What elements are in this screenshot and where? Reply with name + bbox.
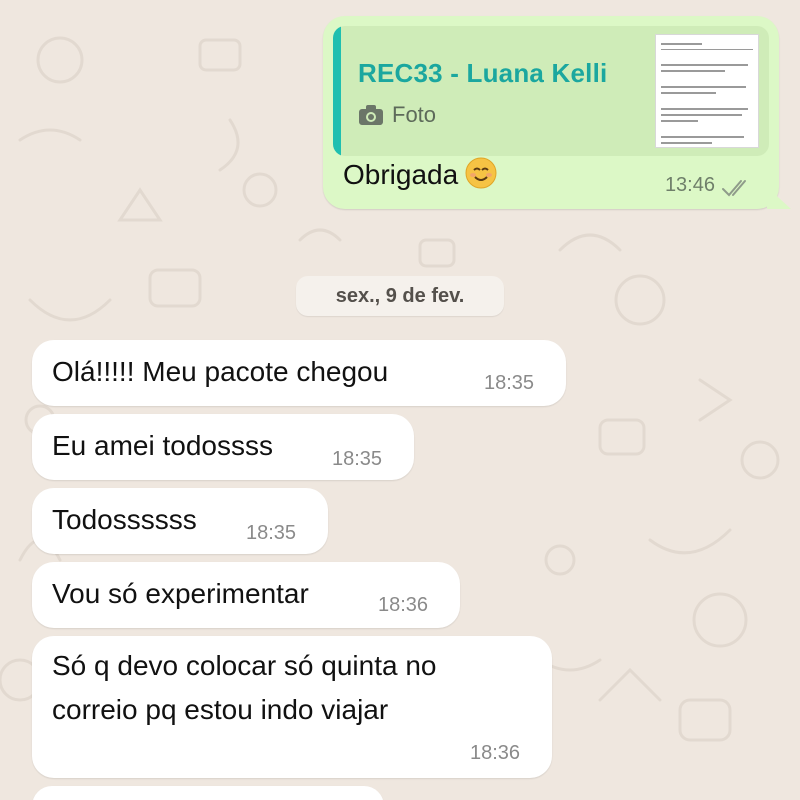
message-time: 18:35 xyxy=(484,372,535,394)
incoming-message-bubble[interactable]: Todossssss 18:35 xyxy=(32,488,328,554)
outgoing-message-bubble[interactable]: REC33 - Luana Kelli Foto Obrigada 13:46 xyxy=(323,16,791,209)
date-separator: sex., 9 de fev. xyxy=(296,276,504,316)
message-time: 18:36 xyxy=(470,742,521,764)
quote-accent-bar xyxy=(333,26,341,156)
incoming-message-bubble[interactable]: Só q devo colocar só quinta no correio p… xyxy=(32,636,552,778)
incoming-message-bubble[interactable]: Olá!!!!! Meu pacote chegou 18:35 xyxy=(32,340,566,406)
read-check-icon xyxy=(722,180,746,197)
quoted-reply[interactable]: REC33 - Luana Kelli Foto xyxy=(333,26,769,156)
message-text: Eu amei todossss xyxy=(52,430,273,461)
smiling-face-icon xyxy=(465,157,497,189)
incoming-message-bubble[interactable]: Eu amei todossss 18:35 xyxy=(32,414,414,480)
message-text: Obrigada xyxy=(343,156,498,191)
camera-icon xyxy=(359,105,383,125)
message-text: Olá!!!!! Meu pacote chegou xyxy=(52,356,389,387)
message-text: Vou só experimentar xyxy=(52,578,309,609)
quote-media-label: Foto xyxy=(392,102,437,127)
message-time: 13:46 xyxy=(664,174,715,196)
message-time: 18:35 xyxy=(332,448,383,470)
quote-title: REC33 - Luana Kelli xyxy=(358,58,608,88)
incoming-message-bubble[interactable]: Vou só experimentar 18:36 xyxy=(32,562,460,628)
message-text-line-1: Só q devo colocar só quinta no xyxy=(52,650,437,681)
message-text: Todossssss xyxy=(52,504,197,535)
message-time: 18:36 xyxy=(378,594,429,616)
quote-media-type: Foto xyxy=(358,102,436,128)
message-time: 18:35 xyxy=(246,522,297,544)
document-thumbnail[interactable] xyxy=(655,34,759,148)
message-text-line-2: correio pq estou indo viajar xyxy=(52,694,389,725)
incoming-message-bubble-partial[interactable] xyxy=(32,786,384,800)
